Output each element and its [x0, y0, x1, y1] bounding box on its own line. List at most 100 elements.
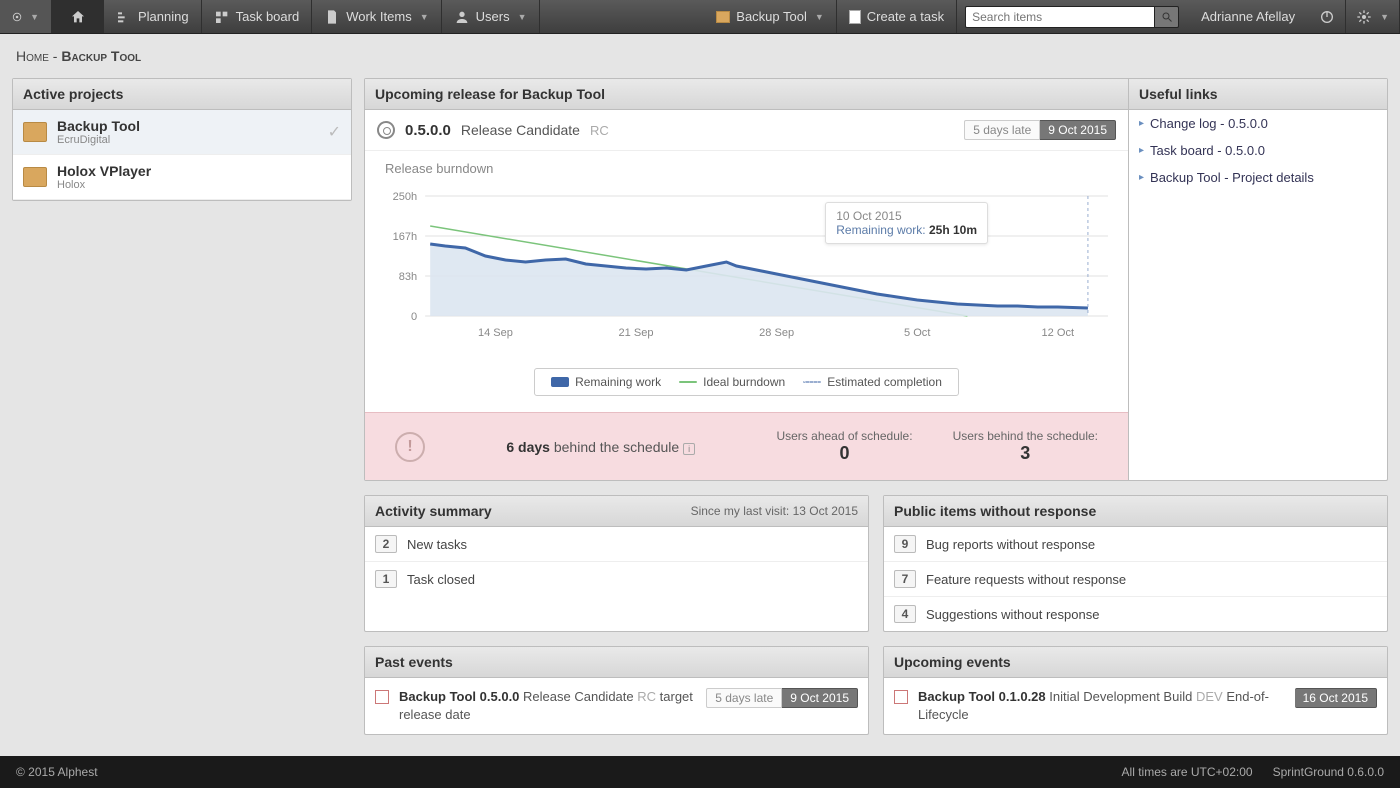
legend-item: Estimated completion [803, 375, 942, 389]
chevron-down-icon: ▼ [518, 12, 527, 22]
svg-text:21 Sep: 21 Sep [619, 327, 654, 339]
home-icon [70, 9, 86, 25]
nav-users[interactable]: Users ▼ [442, 0, 540, 33]
footer-app-version: SprintGround 0.6.0.0 [1273, 765, 1384, 779]
release-tag: RC [590, 123, 609, 138]
svg-text:250h: 250h [393, 191, 418, 203]
nav-workitems[interactable]: Work Items ▼ [312, 0, 441, 33]
calendar-icon [894, 690, 908, 704]
nav-home[interactable] [52, 0, 104, 33]
past-events-panel: Past events Backup Tool 0.5.0.0 Release … [364, 646, 869, 735]
power-icon [1319, 9, 1335, 25]
search-icon [1161, 11, 1173, 23]
list-item[interactable]: 1Task closed [365, 562, 868, 596]
project-name: Backup Tool [57, 118, 140, 134]
nav-label: Users [476, 9, 510, 24]
nav-create-task[interactable]: Create a task [837, 0, 957, 33]
chart-svg: 250h 167h 83h 0 14 Sep [385, 186, 1108, 356]
chevron-down-icon: ▼ [420, 12, 429, 22]
chart-legend: Remaining work Ideal burndown Estimated … [534, 368, 959, 396]
create-task-label: Create a task [867, 9, 944, 24]
panel-header: Active projects [13, 79, 351, 110]
package-icon [23, 167, 47, 187]
burndown-chart: Release burndown 250h 167h 83h [365, 151, 1128, 412]
svg-text:83h: 83h [399, 271, 417, 283]
package-icon [716, 11, 730, 23]
list-item[interactable]: 7Feature requests without response [884, 562, 1387, 597]
check-icon: ✓ [328, 122, 341, 142]
search-wrap [957, 0, 1187, 33]
svg-text:28 Sep: 28 Sep [759, 327, 794, 339]
chevron-down-icon: ▼ [30, 12, 39, 22]
chart-tooltip: 10 Oct 2015 Remaining work: 25h 10m [825, 202, 988, 244]
svg-text:12 Oct: 12 Oct [1042, 327, 1075, 339]
chevron-right-icon: ▸ [1139, 145, 1144, 156]
upcoming-events-panel: Upcoming events Backup Tool 0.1.0.28 Ini… [883, 646, 1388, 735]
nav-power[interactable] [1309, 0, 1346, 33]
behind-stat: Users behind the schedule: 3 [953, 429, 1098, 464]
chevron-down-icon: ▼ [1380, 12, 1389, 22]
nav-planning[interactable]: Planning [104, 0, 202, 33]
svg-text:5 Oct: 5 Oct [904, 327, 930, 339]
chevron-right-icon: ▸ [1139, 172, 1144, 183]
list-item[interactable]: 9Bug reports without response [884, 527, 1387, 562]
list-item[interactable]: 2New tasks [365, 527, 868, 562]
panel-header: Activity summary Since my last visit: 13… [365, 496, 868, 527]
nav-label: Work Items [346, 9, 412, 24]
late-badge: 5 days late [964, 120, 1040, 140]
ahead-stat: Users ahead of schedule: 0 [776, 429, 912, 464]
list-item[interactable]: 4Suggestions without response [884, 597, 1387, 631]
nav-label: Task board [236, 9, 300, 24]
chevron-down-icon: ▼ [815, 12, 824, 22]
panel-header: Past events [365, 647, 868, 678]
link-item[interactable]: ▸Change log - 0.5.0.0 [1129, 110, 1387, 137]
event-date-badge: 5 days late 9 Oct 2015 [706, 688, 858, 708]
nav-taskboard[interactable]: Task board [202, 0, 313, 33]
nav-settings[interactable]: ▼ [1346, 0, 1400, 33]
panel-header: Upcoming events [884, 647, 1387, 678]
project-org: EcruDigital [57, 134, 140, 146]
svg-text:14 Sep: 14 Sep [478, 327, 513, 339]
legend-item: Remaining work [551, 375, 661, 389]
info-icon[interactable]: i [683, 443, 695, 455]
user-icon [454, 9, 470, 25]
package-icon [23, 122, 47, 142]
public-items-panel: Public items without response 9Bug repor… [883, 495, 1388, 632]
active-projects-panel: Active projects Backup Tool EcruDigital … [12, 78, 352, 201]
event-item[interactable]: Backup Tool 0.5.0.0 Release Candidate RC… [365, 678, 868, 734]
project-org: Holox [57, 179, 151, 191]
project-item[interactable]: Backup Tool EcruDigital ✓ [13, 110, 351, 155]
breadcrumb: Home - Backup Tool [0, 34, 1400, 78]
date-badge: 9 Oct 2015 [1040, 120, 1116, 140]
legend-item: Ideal burndown [679, 375, 785, 389]
event-item[interactable]: Backup Tool 0.1.0.28 Initial Development… [884, 678, 1387, 734]
link-item[interactable]: ▸Task board - 0.5.0.0 [1129, 137, 1387, 164]
calendar-icon [375, 690, 389, 704]
nav-current-project[interactable]: Backup Tool ▼ [704, 0, 837, 33]
app-logo-icon [12, 9, 22, 25]
svg-text:0: 0 [411, 311, 417, 323]
disc-icon [377, 121, 395, 139]
svg-text:167h: 167h [393, 231, 418, 243]
breadcrumb-current: Backup Tool [61, 48, 141, 64]
chevron-right-icon: ▸ [1139, 118, 1144, 129]
breadcrumb-home[interactable]: Home [16, 48, 49, 64]
event-date-badge: 16 Oct 2015 [1295, 688, 1377, 708]
search-button[interactable] [1155, 6, 1179, 28]
activity-summary-panel: Activity summary Since my last visit: 13… [364, 495, 869, 632]
release-date-badge: 5 days late 9 Oct 2015 [964, 120, 1116, 140]
footer-timezone: All times are UTC+02:00 [1122, 765, 1253, 779]
nav-label: Planning [138, 9, 189, 24]
current-user[interactable]: Adrianne Afellay [1187, 0, 1309, 33]
project-item[interactable]: Holox VPlayer Holox [13, 155, 351, 200]
footer: © 2015 Alphest All times are UTC+02:00 S… [0, 756, 1400, 788]
useful-links-panel: Useful links ▸Change log - 0.5.0.0 ▸Task… [1128, 78, 1388, 481]
planning-icon [116, 9, 132, 25]
footer-copyright: © 2015 Alphest [16, 765, 98, 779]
search-input[interactable] [965, 6, 1155, 28]
current-project-label: Backup Tool [736, 9, 807, 24]
panel-header: Useful links [1129, 79, 1387, 110]
app-logo[interactable]: ▼ [0, 0, 52, 33]
link-item[interactable]: ▸Backup Tool - Project details [1129, 164, 1387, 191]
release-version[interactable]: 0.5.0.0 [405, 122, 451, 139]
